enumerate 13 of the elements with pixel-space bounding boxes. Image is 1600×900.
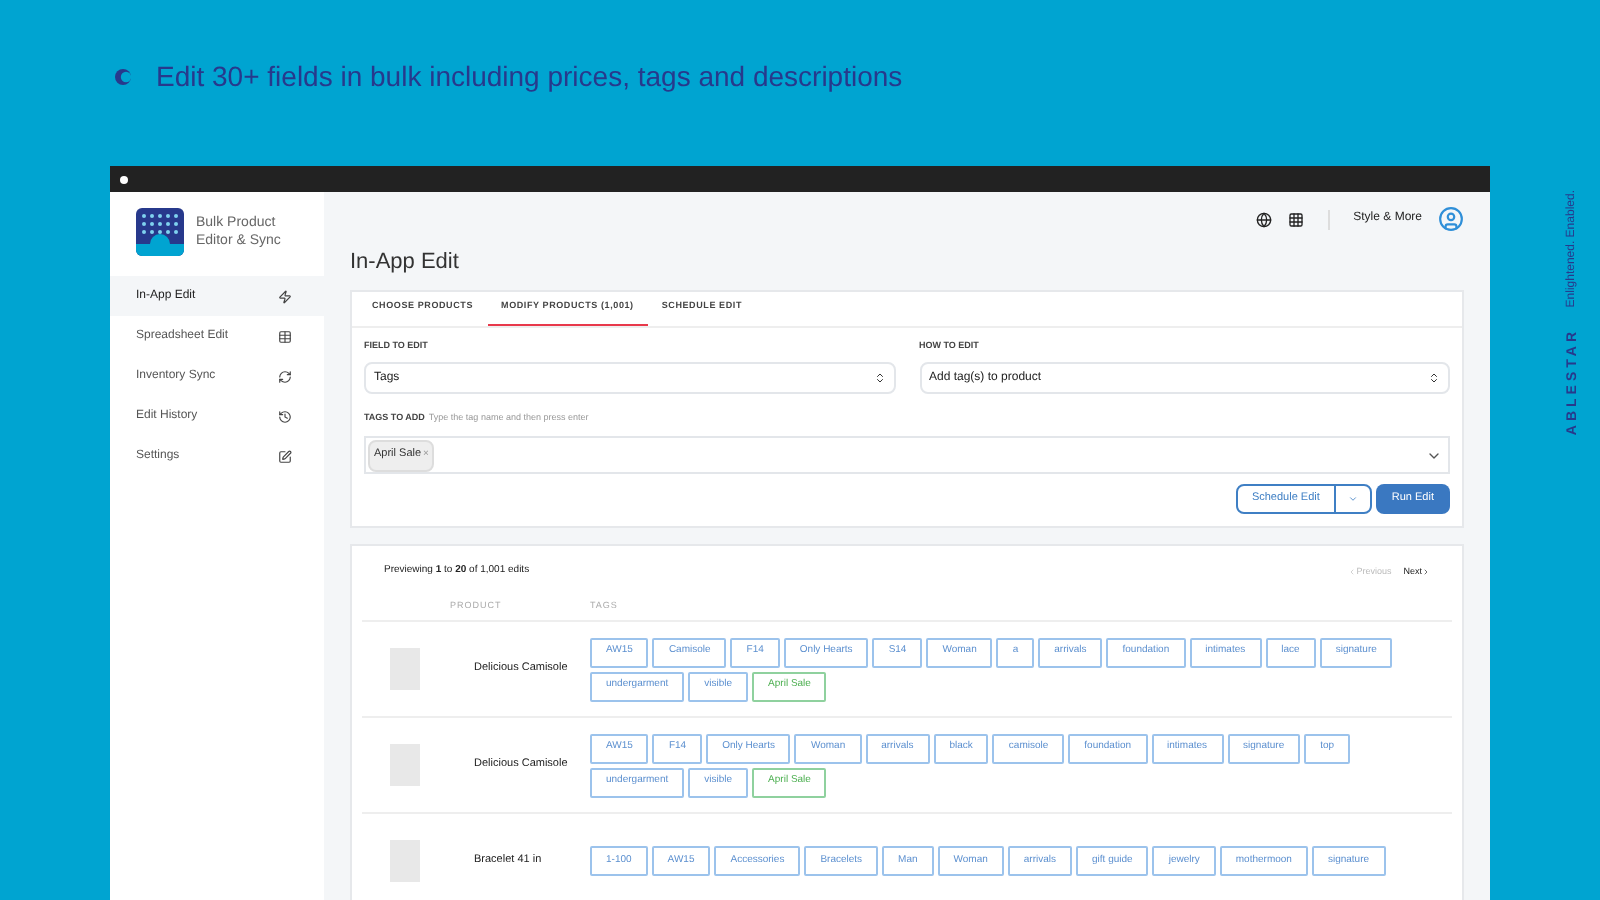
apps-grid-icon[interactable] (1287, 211, 1304, 227)
history-icon (278, 409, 292, 423)
edit-icon (278, 449, 292, 463)
caret-icon (1347, 494, 1358, 504)
page-title: In-App Edit (350, 248, 461, 278)
avatar-icon[interactable] (1438, 206, 1464, 232)
app-logo-icon (136, 208, 184, 256)
sync-icon (278, 369, 292, 383)
table-icon (278, 329, 292, 343)
globe-icon[interactable] (1255, 211, 1272, 227)
headline: Edit 30+ fields in bulk including prices, tags and descriptions (156, 58, 903, 96)
bolt-icon (278, 289, 292, 303)
half-circle-icon (114, 68, 136, 86)
